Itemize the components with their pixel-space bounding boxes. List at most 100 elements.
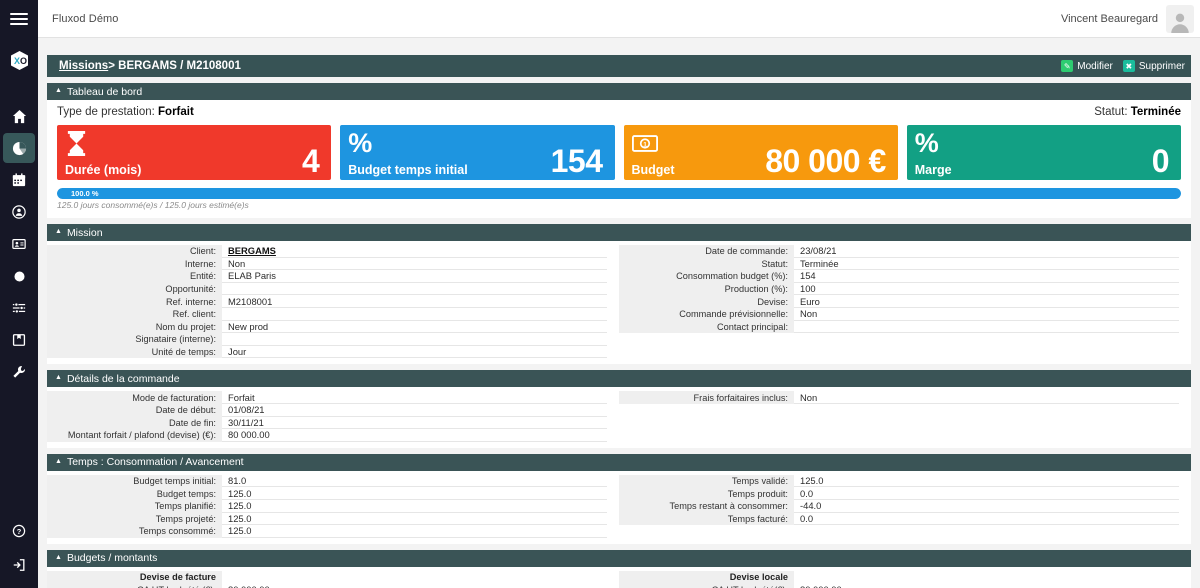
field-value: 0.0 (794, 513, 1179, 526)
field-value: Non (222, 258, 607, 271)
wrench-icon (13, 366, 25, 378)
section-header-d-tails-de-la-commande[interactable]: ▲ Détails de la commande (47, 370, 1191, 388)
field-value: 80 000.00 (794, 583, 1179, 588)
field-row: Ref. client: (47, 307, 607, 321)
field-value: 80 000.00 (222, 583, 607, 588)
field-label: Opportunité: (47, 282, 222, 296)
field-value: 30/11/21 (222, 417, 607, 430)
field-label: Temps validé: (619, 474, 794, 488)
statut-row: Statut: Terminée (1094, 106, 1181, 118)
user-menu[interactable]: Vincent Beauregard (1061, 4, 1194, 33)
edit-button[interactable]: ✎ Modifier (1061, 60, 1113, 72)
field-row: Unité de temps: Jour (47, 345, 607, 359)
field-value: 125.0 (222, 487, 607, 500)
field-row: Mode de facturation: Forfait (47, 391, 607, 404)
kpi-card-duree[interactable]: Durée (mois) 4 (57, 125, 332, 180)
avatar[interactable] (1166, 4, 1194, 33)
sidebar-item-settings-sliders[interactable] (0, 292, 38, 324)
dashboard-meta-row: Type de prestation: Forfait Statut: Term… (57, 106, 1181, 118)
breadcrumb-actions: ✎ Modifier ✖ Supprimer (1061, 60, 1185, 72)
field-value (222, 308, 607, 321)
sidebar-item-projects[interactable] (0, 260, 38, 292)
delete-button[interactable]: ✖ Supprimer (1122, 60, 1185, 72)
mission-page: Missions> BERGAMS / M2108001 ✎ Modifier … (47, 55, 1191, 588)
field-value: 125.0 (222, 500, 607, 513)
pencil-icon: ✎ (1061, 60, 1074, 72)
field-row: Date de commande: 23/08/21 (619, 245, 1179, 258)
field-value: ELAB Paris (222, 270, 607, 283)
sidebar-item-calendar[interactable] (0, 164, 38, 196)
field-column-left: Mode de facturation: Forfait Date de début… (47, 387, 619, 447)
field-value: 154 (794, 270, 1179, 283)
kpi-card-budget[interactable]: 1 Budget 80 000 € (623, 125, 898, 180)
field-row: Temps restant à consommer: -44.0 (619, 499, 1179, 513)
section-body-temps-consommation-avancement: Budget temps initial: 81.0 Budget temps: 12… (47, 470, 1191, 544)
help-circle-icon: ? (12, 524, 26, 538)
section-header-budgets-montants[interactable]: ▲ Budgets / montants (47, 549, 1191, 567)
field-row: Production (%): 100 (619, 282, 1179, 296)
field-column-right: Frais forfaitaires inclus: Non (619, 387, 1191, 447)
kpi-card-budget-temps-initial[interactable]: % Budget temps initial 154 (340, 125, 615, 180)
field-row: Devise de facture (47, 570, 607, 584)
section-header-temps-consommation-avancement[interactable]: ▲ Temps : Consommation / Avancement (47, 453, 1191, 471)
main-area: Fluxod Démo Vincent Beauregard Missions>… (38, 0, 1200, 588)
top-bar: Fluxod Démo Vincent Beauregard (38, 0, 1200, 38)
field-row: Commande prévisionnelle: Non (619, 307, 1179, 321)
hamburger-menu-button[interactable] (0, 0, 38, 38)
sidebar-item-help[interactable]: ? (0, 514, 38, 548)
sidebar-item-tools[interactable] (0, 356, 38, 388)
sidebar-item-dashboard[interactable] (0, 132, 38, 164)
field-row: Temps validé: 125.0 (619, 474, 1179, 488)
section-title-budgets-montants: Budgets / montants (66, 552, 158, 565)
kpi-label-duree: Durée (mois) (65, 162, 142, 177)
field-label: Date de fin: (47, 416, 222, 430)
field-row: Date de début: 01/08/21 (47, 403, 607, 417)
statut-value: Terminée (1130, 106, 1181, 118)
field-label: Temps consommé: (47, 525, 222, 538)
breadcrumb-root-link[interactable]: Missions (59, 60, 108, 72)
sidebar-item-logout[interactable] (0, 548, 38, 582)
field-value: 100 (794, 283, 1179, 296)
svg-text:1: 1 (643, 141, 647, 148)
sidebar-item-home[interactable] (0, 100, 38, 132)
field-label: Consommation budget (%): (619, 270, 794, 283)
field-label: Temps produit: (619, 487, 794, 500)
field-value: Non (794, 308, 1179, 321)
sidebar: X O ? (0, 0, 38, 588)
progress-note: 125.0 jours consommé(e)s / 125.0 jours e… (57, 200, 249, 210)
calendar-icon (12, 173, 26, 187)
prestation-value: Forfait (158, 106, 194, 118)
chevron-up-icon: ▲ (55, 228, 62, 235)
section-header-dashboard[interactable]: ▲ Tableau de bord (47, 83, 1191, 100)
field-value: Euro (794, 295, 1179, 308)
field-label: Date de début: (47, 403, 222, 417)
field-value: Jour (222, 346, 607, 359)
sidebar-item-contacts[interactable] (0, 196, 38, 228)
field-label: Budget temps initial: (47, 474, 222, 488)
id-card-icon (12, 239, 26, 249)
cross-icon: ✖ (1122, 60, 1135, 72)
edit-button-label: Modifier (1077, 60, 1113, 72)
field-value: Terminée (794, 258, 1179, 271)
field-label: Entité: (47, 270, 222, 283)
sidebar-item-library[interactable] (0, 324, 38, 356)
field-row: Temps produit: 0.0 (619, 487, 1179, 500)
field-value (794, 571, 1179, 584)
kpi-card-marge[interactable]: % Marge 0 (906, 125, 1181, 180)
home-icon (12, 109, 26, 123)
field-value-link[interactable]: BERGAMS (222, 245, 607, 258)
hexagon-icon (13, 270, 25, 282)
xo-cube-logo-icon[interactable]: X O (0, 40, 38, 80)
field-row: Statut: Terminée (619, 257, 1179, 271)
field-label: Devise: (619, 295, 794, 308)
section-body-d-tails-de-la-commande: Mode de facturation: Forfait Date de début… (47, 387, 1191, 448)
field-column-left: Devise de factureCA HT budgété (€):80 00… (47, 567, 619, 588)
field-value (794, 321, 1179, 334)
chevron-up-icon: ▲ (55, 87, 62, 94)
statut-label: Statut: (1094, 106, 1128, 118)
application-window: X O ? Fluxod Démo Vincent Beauregard Mis… (0, 0, 1200, 588)
section-header-mission[interactable]: ▲ Mission (47, 224, 1191, 241)
sidebar-item-clients[interactable] (0, 228, 38, 260)
field-label: Nom du projet: (47, 320, 222, 334)
field-row: CA HT budgété(€):80 000.00 (619, 583, 1179, 588)
